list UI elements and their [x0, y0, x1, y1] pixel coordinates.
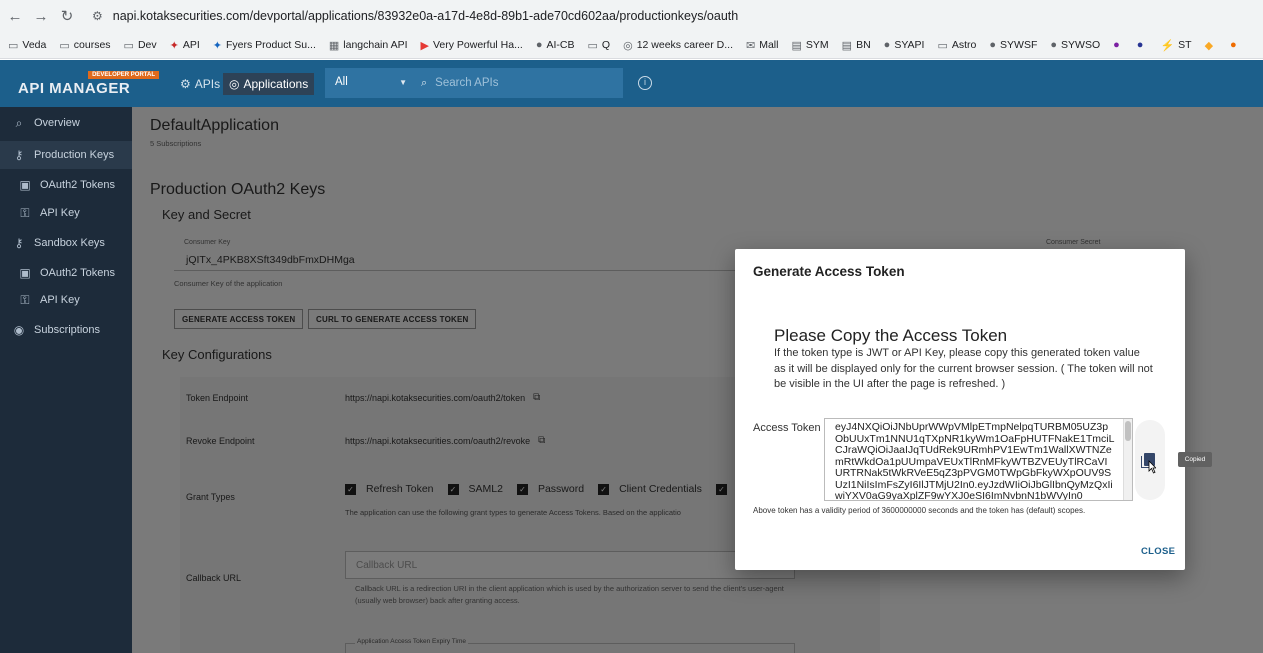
sidebar-item-overview[interactable]: ⌕ Overview [0, 109, 132, 137]
circle-icon: ● [1136, 39, 1144, 51]
bookmark-item[interactable]: ● SYWSO [1050, 39, 1100, 51]
mail-icon: ✉ [746, 39, 756, 52]
access-token-textarea[interactable]: eyJ4NXQiOiJNbUprWWpVMlpETmpNelpqTURBM05U… [824, 418, 1133, 501]
key-icon: ⚿ [20, 205, 30, 220]
bookmark-item[interactable]: ● SYAPI [884, 39, 925, 51]
sidebar-item-production-api-key[interactable]: ⚿ API Key [0, 199, 132, 227]
bookmark-item[interactable]: ● SYWSF [989, 39, 1037, 51]
bookmark-item[interactable]: ▶ Very Powerful Ha... [421, 39, 523, 52]
globe-icon: ◎ [623, 39, 633, 52]
fyers-icon: ✦ [212, 39, 222, 52]
api-manager-logo[interactable]: DEVELOPER PORTAL API MANAGER [18, 70, 163, 100]
scrollbar-thumb[interactable] [1125, 421, 1131, 441]
gear-icon: ⚙ [180, 77, 191, 91]
bookmark-item[interactable]: ● [1230, 39, 1241, 51]
access-token-label: Access Token [753, 422, 821, 434]
bookmark-item[interactable]: ▤ SYM [791, 39, 828, 52]
apis-nav-button[interactable]: ⚙ APIs [174, 73, 226, 95]
bookmark-item[interactable]: ● [1137, 39, 1148, 51]
github-icon: ● [989, 39, 997, 51]
folder-icon: ▭ [8, 39, 19, 52]
url-text[interactable]: napi.kotaksecurities.com/devportal/appli… [113, 9, 738, 23]
crypto-icon: ● [1230, 39, 1237, 51]
bookmark-item[interactable]: ▭ Dev [124, 39, 157, 52]
sidebar-item-sandbox-oauth2-tokens[interactable]: ▣ OAuth2 Tokens [0, 259, 132, 287]
forward-icon[interactable]: → [30, 8, 52, 25]
mouse-cursor-icon [1148, 460, 1156, 474]
sidebar-item-production-keys[interactable]: ⚷ Production Keys [0, 141, 132, 169]
bookmark-item[interactable]: ◆ [1205, 39, 1217, 52]
dialog-title: Generate Access Token [753, 264, 905, 279]
brand-name: API MANAGER [18, 80, 131, 97]
site-settings-icon[interactable]: ⚙ [92, 9, 103, 23]
sidebar-item-subscriptions[interactable]: ◉ Subscriptions [0, 316, 132, 344]
sidebar-item-sandbox-keys[interactable]: ⚷ Sandbox Keys [0, 229, 132, 257]
folder-icon: ▭ [59, 39, 70, 52]
chart-icon: ▤ [841, 39, 853, 52]
sidebar-item-sandbox-api-key[interactable]: ⚿ API Key [0, 286, 132, 314]
token-icon: ▣ [19, 178, 31, 192]
close-button[interactable]: CLOSE [1141, 546, 1175, 557]
sidebar-item-production-oauth2-tokens[interactable]: ▣ OAuth2 Tokens [0, 171, 132, 199]
bookmark-item[interactable]: ● AI-CB [536, 39, 575, 51]
address-bar[interactable]: ⚙ napi.kotaksecurities.com/devportal/app… [92, 9, 738, 23]
browser-toolbar: ← → ↻ ⚙ napi.kotaksecurities.com/devport… [0, 0, 1263, 32]
copied-tooltip: Copied [1178, 452, 1212, 467]
dialog-description: If the token type is JWT or API Key, ple… [774, 347, 1153, 390]
grid-icon: ▦ [328, 39, 340, 52]
folder-icon: ▭ [937, 39, 948, 52]
overview-icon: ⌕ [15, 115, 23, 130]
token-scrollbar[interactable] [1123, 419, 1132, 500]
chart-icon: ▤ [791, 39, 802, 52]
subscriptions-icon: ◉ [13, 323, 25, 337]
folder-icon: ▭ [123, 39, 134, 52]
api-icon: ✦ [169, 39, 179, 52]
applications-icon: ◎ [229, 77, 240, 91]
circle-icon: ● [1113, 39, 1120, 51]
keys-icon: ⚷ [14, 148, 24, 162]
developer-portal-tag: DEVELOPER PORTAL [88, 71, 159, 79]
bookmark-item[interactable]: ⚡ ST [1160, 39, 1191, 52]
bookmark-item[interactable]: ✉ Mall [746, 39, 778, 52]
dialog-heading: Please Copy the Access Token [774, 326, 1008, 345]
generate-access-token-dialog: Generate Access Token Please Copy the Ac… [735, 249, 1185, 570]
token-icon: ▣ [19, 266, 31, 280]
access-token-value[interactable]: eyJ4NXQiOiJNbUprWWpVMlpETmpNelpqTURBM05U… [835, 421, 1115, 500]
token-validity-note: Above token has a validity period of 360… [753, 506, 1086, 515]
key-icon: ⚿ [20, 292, 30, 307]
bookmarks-bar: ▭ Veda ▭ courses ▭ Dev ✦ API ✦ Fyers Product … [0, 32, 1263, 59]
sidebar: ⌕ Overview ⚷ Production Keys ▣ OAuth2 Token… [0, 107, 132, 653]
keys-icon: ⚷ [14, 236, 24, 250]
bolt-icon: ⚡ [1160, 39, 1175, 52]
bookmark-item[interactable]: ▦ langchain API [329, 39, 408, 52]
search-icon: ⌕ [421, 76, 428, 89]
youtube-icon: ▶ [420, 39, 429, 52]
github-icon: ● [1050, 39, 1058, 51]
search-input[interactable]: ⌕ Search APIs [413, 68, 623, 98]
diamond-icon: ◆ [1204, 39, 1214, 52]
reload-icon[interactable]: ↻ [56, 7, 78, 25]
bookmark-item[interactable]: ▭ Q [588, 39, 611, 52]
github-icon: ● [883, 39, 891, 51]
back-icon[interactable]: ← [4, 8, 26, 25]
caret-down-icon: ▼ [399, 78, 407, 87]
bookmark-item[interactable]: ● [1113, 39, 1124, 51]
bookmark-item[interactable]: ✦ Fyers Product Su... [213, 39, 316, 52]
bookmark-item[interactable]: ✦ API [170, 39, 200, 52]
search-scope-select[interactable]: All ▼ [325, 68, 413, 98]
bookmark-item[interactable]: ◎ 12 weeks career D... [623, 39, 733, 52]
applications-nav-button[interactable]: ◎ Applications [223, 73, 315, 95]
info-icon[interactable]: i [638, 76, 652, 90]
app-header: DEVELOPER PORTAL API MANAGER ⚙ APIs ◎ Ap… [0, 60, 1263, 107]
github-icon: ● [535, 39, 543, 51]
bookmark-item[interactable]: ▤ BN [842, 39, 871, 52]
bookmark-item[interactable]: ▭ courses [59, 39, 110, 52]
bookmark-item[interactable]: ▭ Veda [8, 39, 46, 52]
bookmark-item[interactable]: ▭ Astro [937, 39, 976, 52]
folder-icon: ▭ [587, 39, 598, 52]
